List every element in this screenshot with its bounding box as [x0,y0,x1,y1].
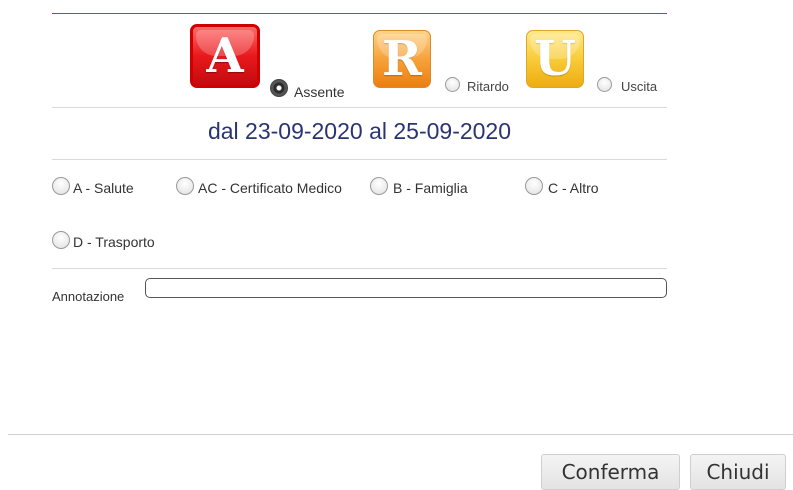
late-r-icon[interactable]: R [373,30,431,88]
divider [52,159,667,160]
reason-radio-famiglia[interactable] [370,177,388,195]
divider [52,107,667,108]
close-button[interactable]: Chiudi [690,454,786,490]
exit-label: Uscita [621,79,658,94]
reason-radio-certificato[interactable] [176,177,194,195]
footer-divider [8,434,793,435]
reason-label-certificato: AC - Certificato Medico [198,180,342,196]
reason-label-salute: A - Salute [73,180,134,196]
reason-label-trasporto: D - Trasporto [73,234,155,250]
confirm-button[interactable]: Conferma [541,454,680,490]
late-icon-letter: R [382,31,422,87]
annotation-label: Annotazione [52,289,125,304]
exit-icon-letter: U [534,31,576,87]
divider [52,268,667,269]
reason-radio-salute[interactable] [52,177,70,195]
absent-radio[interactable] [270,79,288,97]
absent-label: Assente [294,84,345,100]
exit-radio[interactable] [597,77,612,92]
date-range-heading: dal 23-09-2020 al 25-09-2020 [207,118,512,144]
exit-u-icon[interactable]: U [526,30,584,88]
reason-label-altro: C - Altro [548,180,599,196]
absent-a-icon[interactable]: A [190,24,260,88]
absent-icon-letter: A [206,28,244,84]
annotation-input[interactable] [145,278,667,298]
late-radio[interactable] [445,77,460,92]
late-label: Ritardo [467,79,509,94]
reason-radio-altro[interactable] [525,177,543,195]
reason-radio-trasporto[interactable] [52,231,70,249]
reason-label-famiglia: B - Famiglia [393,180,468,196]
top-rule [52,13,667,14]
